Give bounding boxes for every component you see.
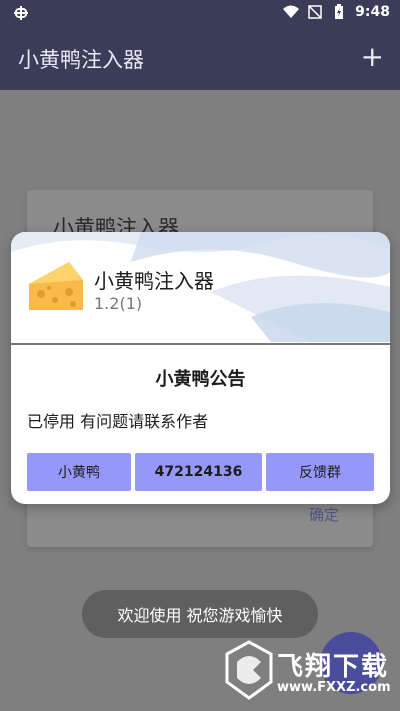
status-bar: 9:48: [0, 0, 400, 28]
feedback-group-button[interactable]: 反馈群: [266, 453, 374, 491]
app-bar: 小黄鸭注入器 +: [0, 28, 400, 90]
add-icon[interactable]: +: [361, 40, 384, 73]
app-title: 小黄鸭注入器: [18, 48, 144, 72]
toast-message: 欢迎使用 祝您游戏愉快: [82, 590, 318, 638]
watermark-brand: 飞翔下载: [277, 652, 390, 682]
cheese-icon: [29, 262, 83, 310]
divider: [11, 343, 390, 345]
dialog-version: 1.2(1): [94, 294, 143, 313]
announcement-dialog: 小黄鸭注入器 1.2(1) 小黄鸭公告 已停用 有问题请联系作者 小黄鸭 472…: [11, 232, 390, 504]
status-time: 9:48: [355, 4, 390, 20]
watermark-logo-icon: [225, 640, 273, 700]
wifi-icon: [283, 5, 300, 18]
qq-number-button[interactable]: 472124136: [135, 453, 262, 491]
ok-button[interactable]: 确定: [309, 504, 339, 525]
mute-icon: [308, 5, 322, 19]
dialog-app-name: 小黄鸭注入器: [94, 269, 214, 293]
dialog-button-row: 小黄鸭 472124136 反馈群: [27, 453, 374, 491]
notice-title: 小黄鸭公告: [155, 369, 246, 390]
battery-charging-icon: [335, 4, 344, 19]
notice-body: 已停用 有问题请联系作者: [27, 412, 209, 431]
watermark-domain: www.FXXZ.com: [277, 680, 391, 695]
watermark: 飞翔下载 www.FXXZ.com: [223, 640, 395, 704]
duck-button[interactable]: 小黄鸭: [27, 453, 131, 491]
bug-icon: [12, 4, 30, 26]
